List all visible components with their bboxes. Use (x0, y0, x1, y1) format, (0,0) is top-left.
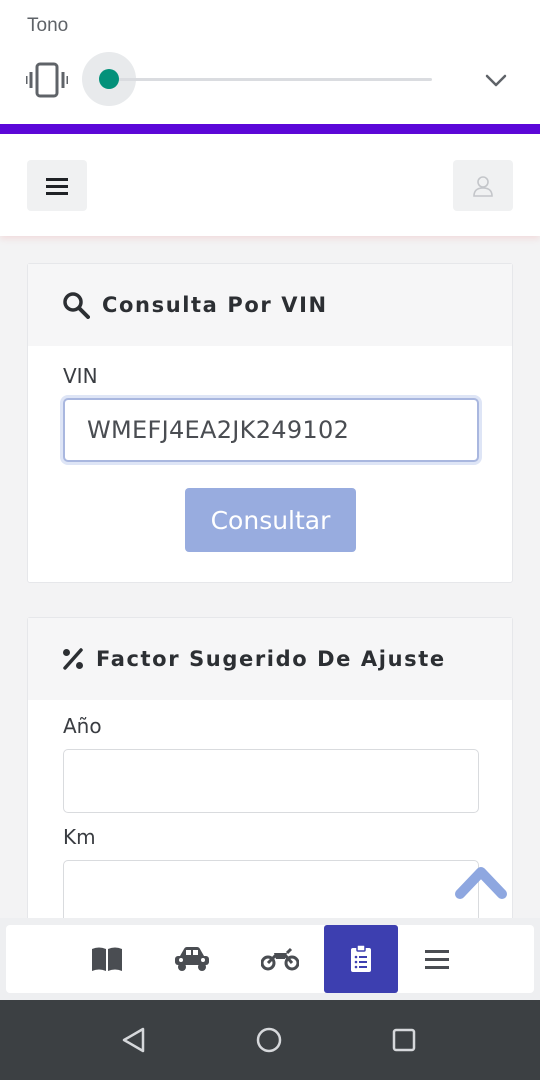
slider-track[interactable] (109, 78, 432, 81)
vin-card-header: Consulta Por VIN (28, 264, 512, 346)
home-circle-icon (256, 1027, 282, 1053)
motorcycle-icon (261, 947, 299, 971)
nav-item-book[interactable] (70, 925, 144, 993)
recents-button[interactable] (388, 1024, 420, 1056)
year-label: Año (63, 714, 102, 738)
menu-button[interactable] (27, 160, 87, 211)
vin-label: VIN (63, 364, 98, 388)
volume-panel: Tono (0, 0, 540, 124)
user-icon (473, 175, 493, 197)
nav-item-menu[interactable] (400, 925, 474, 993)
km-input[interactable] (63, 860, 479, 924)
nav-item-clipboard[interactable] (324, 925, 398, 993)
volume-slider[interactable] (82, 52, 434, 106)
vin-card-title: Consulta Por VIN (102, 293, 328, 317)
slider-thumb[interactable] (99, 69, 119, 89)
nav-item-motorcycle[interactable] (243, 925, 317, 993)
chevron-down-icon[interactable] (484, 68, 508, 92)
user-button[interactable] (453, 160, 513, 211)
volume-title: Tono (27, 15, 69, 36)
hamburger-icon (46, 177, 68, 195)
year-input[interactable] (63, 749, 479, 813)
percent-icon (63, 648, 83, 670)
book-icon (92, 947, 122, 971)
home-button[interactable] (253, 1024, 285, 1056)
accent-bar (0, 124, 540, 134)
car-icon (175, 947, 209, 971)
factor-card-title: Factor Sugerido De Ajuste (96, 647, 446, 671)
search-icon (63, 292, 90, 319)
recents-square-icon (392, 1028, 416, 1052)
back-triangle-icon (122, 1027, 145, 1053)
nav-item-car[interactable] (155, 925, 229, 993)
km-label: Km (63, 825, 96, 849)
back-button[interactable] (119, 1024, 151, 1056)
factor-card: Factor Sugerido De Ajuste Año Km (27, 617, 513, 937)
clipboard-list-icon (351, 945, 371, 972)
vibrate-icon[interactable] (24, 62, 70, 98)
menu-icon (425, 950, 449, 969)
bottom-nav-area (0, 918, 540, 1000)
scroll-top-button[interactable] (452, 860, 510, 904)
chevron-up-icon (455, 867, 507, 899)
system-nav-bar (0, 1000, 540, 1080)
bottom-nav (6, 925, 534, 993)
consultar-button[interactable]: Consultar (185, 488, 356, 552)
factor-card-header: Factor Sugerido De Ajuste (28, 618, 512, 700)
app-header (0, 134, 540, 236)
vin-card: Consulta Por VIN VIN WMEFJ4EA2JK249102 C… (27, 263, 513, 583)
vin-input[interactable]: WMEFJ4EA2JK249102 (63, 398, 479, 462)
